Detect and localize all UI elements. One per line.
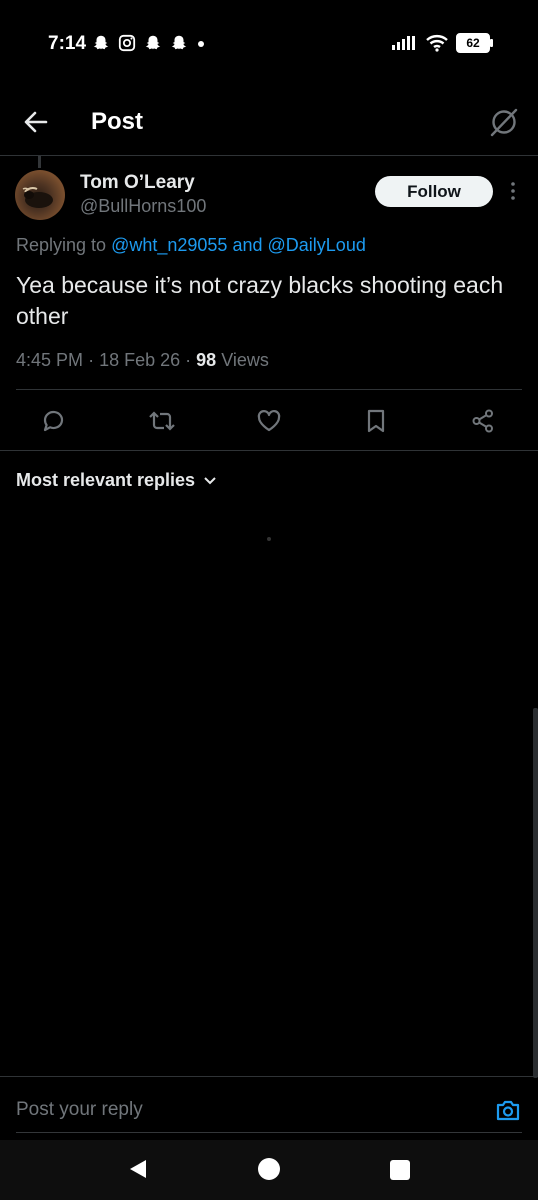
bull-image: [22, 187, 53, 208]
bookmark-button[interactable]: [359, 404, 393, 438]
snapchat-icon: [93, 35, 109, 50]
bookmark-icon: [367, 409, 385, 433]
signal-icon: [392, 36, 415, 50]
status-bar: 7:14 62: [0, 0, 538, 88]
nav-back-icon[interactable]: [126, 1157, 150, 1181]
post-time: 4:45 PM: [16, 350, 84, 370]
action-bar: [0, 404, 538, 438]
repost-icon: [149, 411, 175, 431]
wifi-icon: [426, 35, 448, 52]
post-meta: 4:45 PM · 18 Feb 26 · 98 Views: [16, 350, 269, 370]
notification-dot-icon: [198, 41, 204, 47]
instagram-icon: [118, 34, 136, 52]
follow-button[interactable]: Follow: [375, 176, 493, 207]
arrow-left-icon[interactable]: [20, 106, 52, 138]
grok-icon[interactable]: [488, 106, 520, 138]
mention-conjunction: and: [232, 235, 263, 255]
notification-icons: [92, 34, 206, 52]
avatar[interactable]: [15, 170, 65, 220]
loading-indicator: [267, 537, 271, 541]
battery-icon: 62: [456, 33, 493, 53]
status-time: 7:14: [48, 33, 87, 54]
repost-button[interactable]: [145, 404, 179, 438]
page-title: Post: [91, 108, 144, 135]
reply-button[interactable]: [37, 404, 71, 438]
author-name[interactable]: Tom O’Leary: [80, 172, 195, 194]
share-button[interactable]: [466, 404, 500, 438]
post-date: 18 Feb 26: [99, 350, 181, 370]
replying-prefix: Replying to: [16, 235, 107, 255]
divider: [16, 389, 522, 390]
reply-sort-label: Most relevant replies: [16, 470, 196, 490]
reply-sort-dropdown[interactable]: Most relevant replies: [16, 470, 217, 491]
views-count[interactable]: 98: [196, 350, 216, 370]
system-icons: 62: [392, 33, 493, 53]
header-divider: [0, 155, 538, 156]
composer-divider: [0, 1076, 538, 1077]
nav-recents-icon[interactable]: [390, 1160, 410, 1180]
more-vertical-icon[interactable]: [504, 180, 522, 202]
reply-icon: [43, 410, 64, 432]
mention-link[interactable]: @wht_n29055: [111, 235, 227, 255]
divider: [0, 450, 538, 451]
thread-connector: [38, 156, 41, 168]
author-handle[interactable]: @BullHorns100: [80, 196, 206, 217]
nav-home-icon[interactable]: [258, 1158, 280, 1180]
snapchat-icon: [171, 35, 187, 50]
heart-icon: [257, 410, 281, 432]
like-button[interactable]: [252, 404, 286, 438]
reply-input[interactable]: [16, 1096, 476, 1124]
post-text: Yea because it’s not crazy blacks shooti…: [16, 272, 504, 329]
composer-underline: [16, 1132, 522, 1133]
snapchat-icon: [145, 35, 161, 50]
mention-link[interactable]: @DailyLoud: [268, 235, 366, 255]
chevron-down-icon: [204, 476, 216, 484]
scrollbar[interactable]: [533, 708, 538, 1078]
replying-to: Replying to @wht_n29055 and @DailyLoud: [16, 235, 366, 256]
views-label: Views: [221, 350, 269, 370]
camera-icon[interactable]: [494, 1096, 522, 1124]
share-icon: [472, 409, 493, 433]
